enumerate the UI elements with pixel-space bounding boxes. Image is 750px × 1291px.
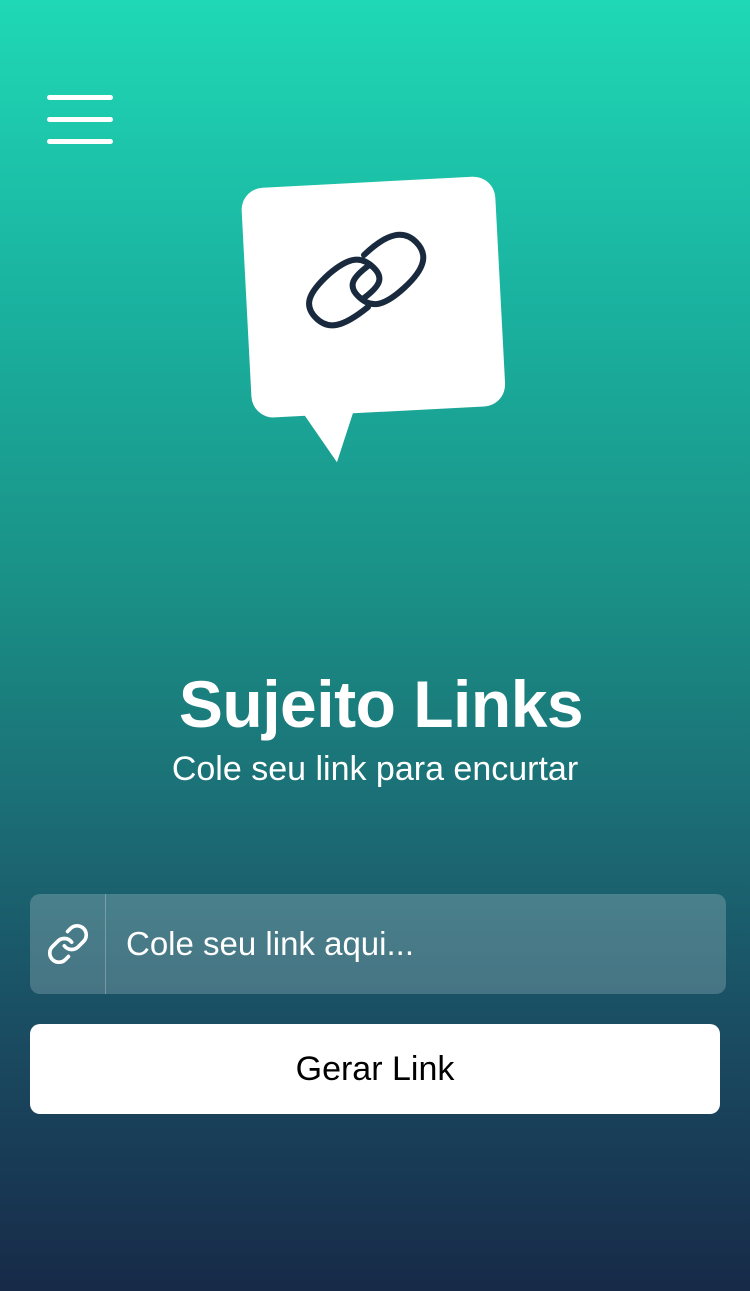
input-icon-wrapper	[30, 894, 106, 994]
menu-button[interactable]	[40, 86, 120, 152]
app-logo	[230, 170, 520, 470]
page-subtitle: Cole seu link para encurtar	[171, 750, 579, 788]
generate-link-button[interactable]: Gerar Link	[30, 1024, 720, 1114]
generate-link-button-label: Gerar Link	[295, 1049, 455, 1088]
hamburger-menu-icon-line	[47, 116, 113, 122]
link-input-container	[30, 894, 726, 994]
hamburger-menu-icon	[47, 94, 113, 100]
link-input[interactable]	[106, 894, 726, 994]
link-icon	[47, 923, 88, 965]
page-title: Sujeito Links	[178, 667, 584, 741]
hamburger-menu-icon-line	[47, 138, 113, 144]
chain-link-speech-bubble-icon	[241, 176, 506, 463]
